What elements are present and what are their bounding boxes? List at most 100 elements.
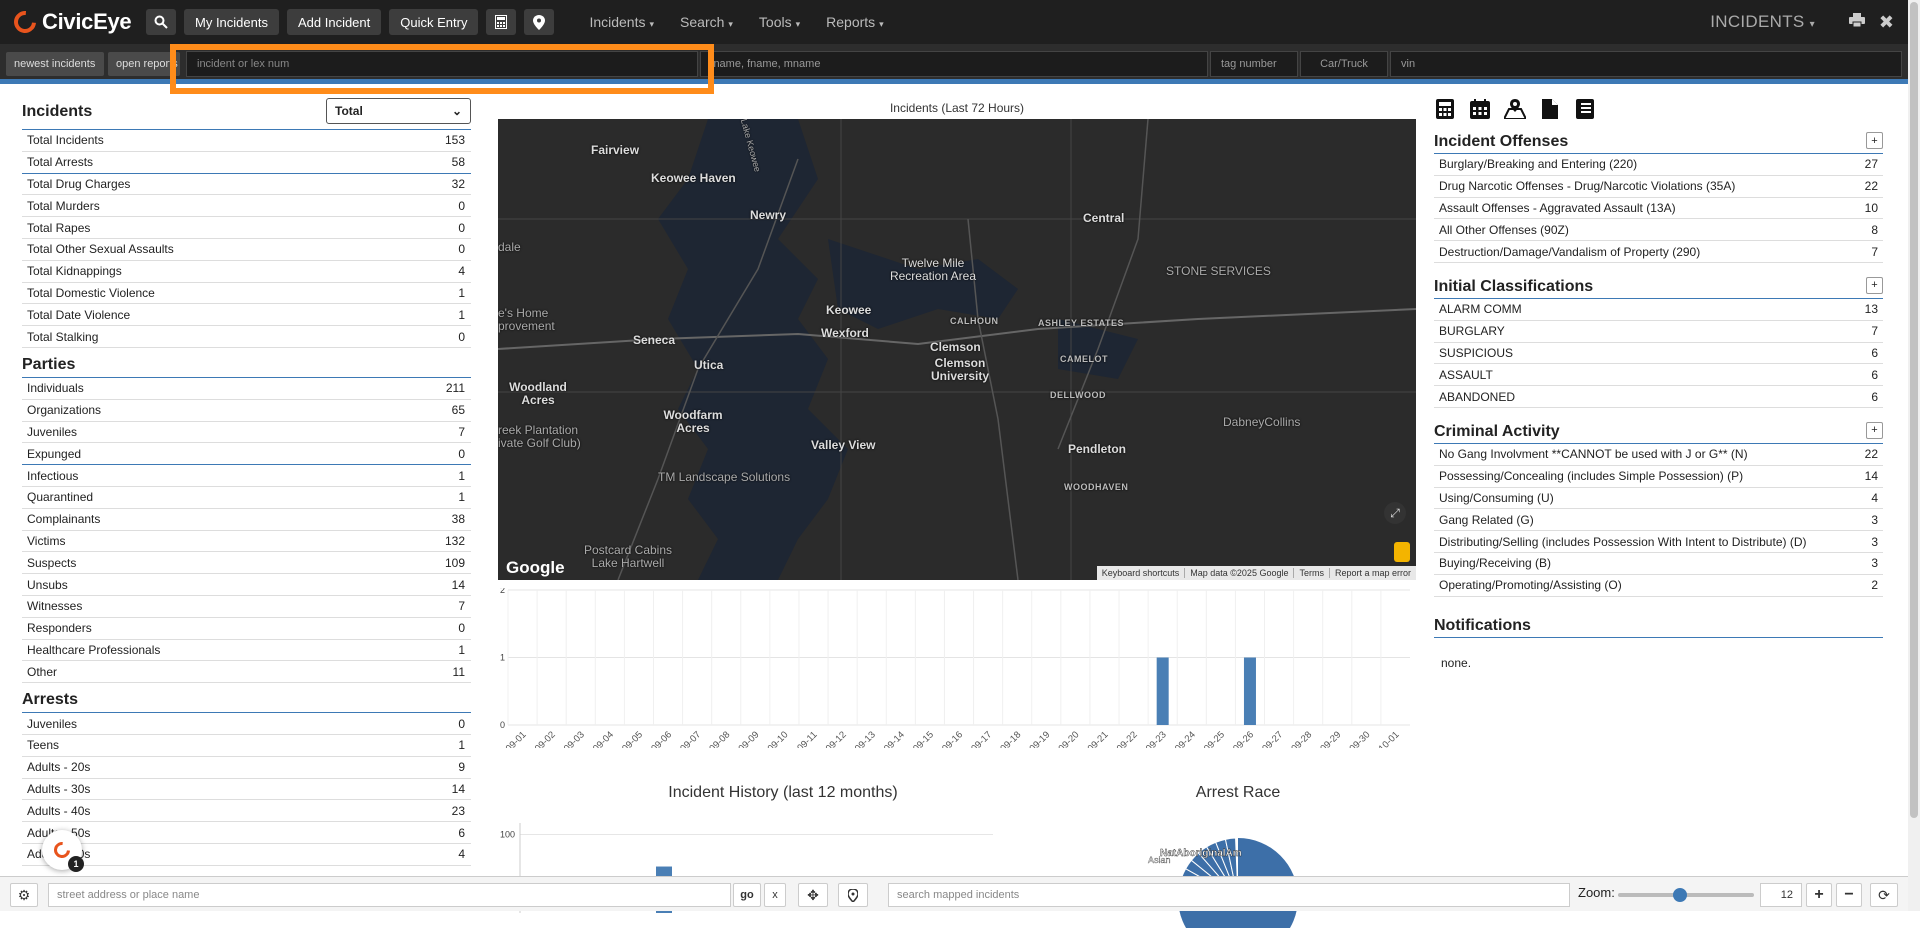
incident-number-input[interactable]: incident or lex num [186, 51, 698, 77]
list-item[interactable]: Distributing/Selling (includes Possessio… [1434, 531, 1883, 553]
address-search-input[interactable]: street address or place name [48, 883, 731, 907]
list-item[interactable]: Infectious 1 [22, 465, 471, 487]
list-item[interactable]: Organizations 65 [22, 400, 471, 422]
settings-button[interactable]: ⚙ [10, 883, 38, 907]
map-pin-button[interactable] [524, 9, 555, 35]
list-item[interactable]: Individuals 211 [22, 378, 471, 400]
calculator-icon[interactable] [1434, 99, 1456, 121]
list-item[interactable]: ABANDONED 6 [1434, 386, 1883, 408]
civiceye-assistant-button[interactable]: 1 [42, 830, 84, 872]
list-item[interactable]: Total Kidnappings 4 [22, 261, 471, 283]
zoom-out-button[interactable]: − [1836, 883, 1862, 907]
list-item[interactable]: Total Rapes 0 [22, 217, 471, 239]
list-item[interactable]: Total Domestic Violence 1 [22, 283, 471, 305]
go-button[interactable]: go [733, 883, 761, 907]
refresh-button[interactable]: ⟳ [1870, 883, 1898, 907]
mapped-incidents-search-input[interactable]: search mapped incidents [888, 883, 1570, 907]
list-item[interactable]: Gang Related (G) 3 [1434, 509, 1883, 532]
list-item[interactable]: Total Stalking 0 [22, 326, 471, 348]
calculator-button[interactable] [486, 9, 517, 35]
fullscreen-icon[interactable]: ⤢ [1384, 502, 1406, 524]
list-item[interactable]: Witnesses 7 [22, 596, 471, 618]
my-incidents-button[interactable]: My Incidents [184, 9, 279, 35]
search-button[interactable] [146, 9, 176, 35]
list-item[interactable]: ALARM COMM 13 [1434, 299, 1883, 321]
map-location-icon[interactable] [1502, 99, 1528, 121]
list-item[interactable]: Drug Narcotic Offenses - Drug/Narcotic V… [1434, 176, 1883, 198]
report-map-error-link[interactable]: Report a map error [1328, 568, 1416, 578]
page-title-menu[interactable]: INCIDENTS ▾ [1710, 12, 1815, 32]
list-item[interactable]: Total Other Sexual Assaults 0 [22, 239, 471, 261]
list-item[interactable]: Adults - 60s4 [22, 844, 471, 866]
list-item[interactable]: Teens 1 [22, 735, 471, 757]
vehicle-type-input[interactable]: Car/Truck [1300, 51, 1388, 77]
list-item[interactable]: ASSAULT 6 [1434, 364, 1883, 387]
name-search-input[interactable]: lname, fname, mname [700, 51, 1208, 77]
bar[interactable] [1156, 657, 1169, 726]
list-item[interactable]: Total Incidents 153 [22, 130, 471, 152]
scrollbar-thumb[interactable] [1910, 2, 1918, 818]
list-item[interactable]: BURGLARY 7 [1434, 321, 1883, 343]
list-item[interactable]: SUSPICIOUS 6 [1434, 343, 1883, 365]
document-icon[interactable] [1539, 99, 1561, 121]
list-item[interactable]: Unsubs 14 [22, 574, 471, 596]
search-menu[interactable]: Search ▾ [680, 14, 733, 30]
list-item[interactable]: Using/Consuming (U) 4 [1434, 488, 1883, 510]
list-item[interactable]: Adults - 50s6 [22, 822, 471, 844]
list-item[interactable]: No Gang Involvment **CANNOT be used with… [1434, 444, 1883, 466]
list-item[interactable]: Responders 0 [22, 618, 471, 640]
list-item[interactable]: Buying/Receiving (B) 3 [1434, 553, 1883, 575]
list-item[interactable]: Burglary/Breaking and Entering (220) 27 [1434, 154, 1883, 176]
close-icon[interactable]: ✖ [1879, 12, 1894, 33]
list-item[interactable]: Assault Offenses - Aggravated Assault (1… [1434, 198, 1883, 220]
list-item[interactable]: Possessing/Concealing (includes Simple P… [1434, 466, 1883, 488]
bar[interactable] [1243, 657, 1256, 726]
list-item[interactable]: Juveniles 7 [22, 422, 471, 444]
tools-menu[interactable]: Tools ▾ [759, 14, 800, 30]
crosshair-button[interactable]: ✥ [798, 883, 828, 907]
street-view-pegman-icon[interactable] [1394, 542, 1410, 562]
zoom-slider-handle[interactable] [1672, 888, 1687, 902]
expand-plus-icon[interactable]: + [1866, 276, 1883, 294]
incident-map[interactable]: Fairview Keowee Haven Newry Central Twel… [498, 119, 1416, 580]
list-item[interactable]: Adults - 30s 14 [22, 779, 471, 801]
list-item[interactable]: Adults - 40s 23 [22, 800, 471, 823]
notebook-icon[interactable] [1574, 99, 1596, 121]
list-item[interactable]: All Other Offenses (90Z) 8 [1434, 219, 1883, 242]
reports-menu[interactable]: Reports ▾ [826, 14, 884, 30]
list-item[interactable]: Total Arrests 58 [22, 152, 471, 174]
list-item[interactable]: Quarantined 1 [22, 487, 471, 509]
open-reports-button[interactable]: open reports [108, 52, 180, 76]
newest-incidents-button[interactable]: newest incidents [6, 52, 104, 76]
page-scrollbar[interactable] [1908, 0, 1920, 911]
incidents-menu[interactable]: Incidents ▾ [589, 14, 654, 30]
list-item[interactable]: Total Murders 0 [22, 195, 471, 218]
print-icon[interactable] [1848, 12, 1865, 32]
expand-plus-icon[interactable]: + [1866, 132, 1883, 149]
list-item[interactable]: Juveniles 0 [22, 713, 471, 735]
map-marker-button[interactable] [838, 883, 868, 907]
list-item[interactable]: Complainants 38 [22, 509, 471, 531]
calendar-icon[interactable] [1469, 99, 1491, 121]
zoom-in-button[interactable]: + [1806, 883, 1832, 907]
add-incident-button[interactable]: Add Incident [286, 9, 382, 35]
list-item[interactable]: Operating/Promoting/Assisting (O) 2 [1434, 575, 1883, 597]
clear-button[interactable]: x [764, 883, 786, 907]
list-item[interactable]: Adults - 20s 9 [22, 757, 471, 779]
list-item[interactable]: Total Date Violence 1 [22, 304, 471, 327]
list-item[interactable]: Suspects 109 [22, 552, 471, 575]
expand-plus-icon[interactable]: + [1866, 421, 1883, 439]
keyboard-shortcuts-link[interactable]: Keyboard shortcuts [1097, 568, 1185, 578]
terms-link[interactable]: Terms [1293, 568, 1329, 578]
list-item[interactable]: Expunged 0 [22, 443, 471, 466]
list-item[interactable]: Victims 132 [22, 531, 471, 553]
list-item[interactable]: Total Drug Charges 32 [22, 174, 471, 196]
zoom-slider[interactable] [1618, 888, 1754, 902]
vin-input[interactable]: vin [1390, 51, 1902, 77]
incidents-filter-select[interactable]: Total ⌄ [326, 98, 471, 124]
quick-entry-button[interactable]: Quick Entry [389, 9, 479, 35]
tag-number-input[interactable]: tag number [1210, 51, 1298, 77]
app-logo[interactable]: CivicEye [9, 6, 134, 38]
zoom-value-input[interactable]: 12 [1760, 883, 1802, 907]
list-item[interactable]: Healthcare Professionals 1 [22, 640, 471, 662]
